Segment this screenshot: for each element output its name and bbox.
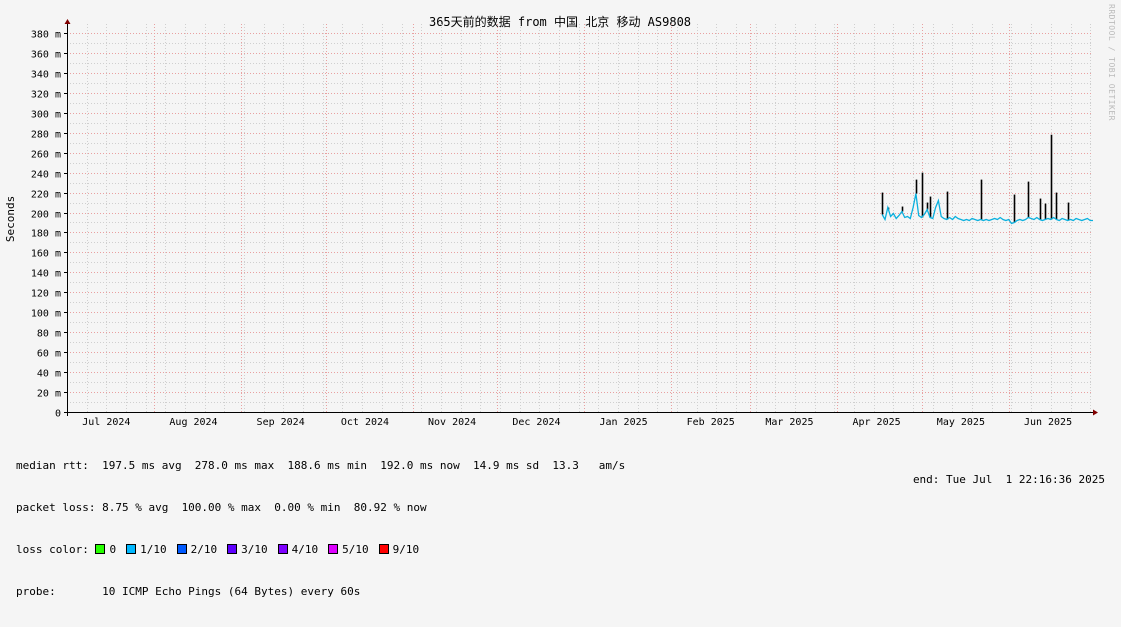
loss-color-swatch-label: 5/10 [342, 543, 369, 556]
loss-color-swatch [126, 544, 137, 554]
loss-color-swatch-label: 4/10 [291, 543, 319, 556]
x-tick-label: Sep 2024 [257, 417, 305, 428]
y-tick-label: 100 m [31, 309, 61, 320]
y-tick-label: 240 m [31, 170, 61, 181]
chart-legend: median rtt: 197.5 ms avg 278.0 ms max 18… [16, 431, 625, 627]
latency-chart: 365天前的数据 from 中国 北京 移动 AS9808 Seconds 0 2… [4, 14, 1098, 429]
probe-line: probe: 10 ICMP Echo Pings (64 Bytes) eve… [16, 585, 361, 598]
y-tick-label: 200 m [31, 210, 61, 221]
loss-color-swatch [277, 544, 288, 554]
loss-color-swatch [227, 544, 238, 554]
end-time: end: Tue Jul 1 22:16:36 2025 [912, 473, 1105, 486]
y-tick-label: 80 m [37, 329, 61, 340]
loss-color-swatch-label: 3/10 [241, 543, 268, 556]
y-tick-label: 300 m [31, 110, 61, 121]
loss-color-swatch-label: 0 [109, 543, 117, 556]
rtt-stats-line: median rtt: 197.5 ms avg 278.0 ms max 18… [16, 459, 626, 472]
y-tick-label: 320 m [31, 90, 61, 101]
loss-color-item: 5/10 [328, 543, 369, 556]
chart-grid [67, 24, 1093, 413]
y-tick-label: 280 m [31, 130, 61, 141]
x-tick-label: Jan 2025 [599, 417, 647, 428]
loss-color-item: 3/10 [227, 543, 268, 556]
y-tick-label: 180 m [31, 229, 61, 240]
loss-color-row: loss color: 0 1/10 2/10 3/10 4/10 5/10 9/10 [16, 543, 625, 557]
loss-color-label: loss color: [16, 543, 89, 556]
loss-color-swatch [328, 544, 339, 554]
loss-color-swatch [378, 544, 389, 554]
y-tick-label: 340 m [31, 70, 61, 81]
y-axis-arrow [64, 19, 71, 24]
y-tick-label: 220 m [31, 190, 61, 201]
x-tick-label: Feb 2025 [687, 417, 735, 428]
y-tick-label: 360 m [31, 50, 61, 61]
loss-color-swatch [176, 544, 187, 554]
x-axis-arrow [1093, 409, 1098, 416]
loss-color-item: 2/10 [176, 543, 218, 556]
y-tick-label: 40 m [37, 369, 61, 380]
y-tick-label: 260 m [31, 150, 61, 161]
loss-color-swatch [95, 544, 106, 554]
loss-color-swatch-label: 2/10 [190, 543, 218, 556]
y-tick-label: 380 m [31, 30, 61, 41]
chart-title: 365天前的数据 from 中国 北京 移动 AS9808 [429, 14, 691, 29]
x-tick-label: Dec 2024 [512, 417, 560, 428]
x-tick-label: Aug 2024 [169, 417, 217, 428]
rrdtool-watermark: RRDTOOL / TOBI OETIKER [1107, 4, 1116, 121]
loss-color-item: 4/10 [277, 543, 319, 556]
x-tick-label: Nov 2024 [428, 417, 476, 428]
y-tick-label: 140 m [31, 269, 61, 280]
y-tick-label: 60 m [37, 349, 61, 360]
y-tick-label: 160 m [31, 249, 61, 260]
x-tick-label: Jul 2024 [82, 417, 130, 428]
x-tick-label: Oct 2024 [341, 417, 389, 428]
y-tick-label: 120 m [31, 289, 61, 300]
y-tick-label: 20 m [37, 389, 61, 400]
y-tick-label: 0 [55, 409, 61, 420]
loss-color-item: 9/10 [378, 543, 420, 556]
loss-color-swatch-label: 1/10 [140, 543, 167, 556]
y-axis-label: Seconds [4, 196, 17, 242]
chart-tick-labels: 0 20 m 40 m 60 m 80 m 100 m 120 m 140 m 160 m 180… [31, 30, 1072, 429]
loss-color-swatch-label: 9/10 [392, 543, 420, 556]
x-tick-label: Apr 2025 [852, 417, 900, 428]
x-tick-label: May 2025 [937, 417, 985, 428]
x-tick-label: Jun 2025 [1024, 417, 1072, 428]
loss-color-item: 0 [95, 543, 116, 556]
loss-color-item: 1/10 [126, 543, 167, 556]
smokeping-graph: 365天前的数据 from 中国 北京 移动 AS9808 Seconds 0 2… [0, 0, 1121, 598]
loss-color-items: 0 1/10 2/10 3/10 4/10 5/10 9/10 [95, 543, 429, 556]
x-tick-label: Mar 2025 [765, 417, 813, 428]
packet-loss-line: packet loss: 8.75 % avg 100.00 % max 0.0… [16, 501, 427, 514]
